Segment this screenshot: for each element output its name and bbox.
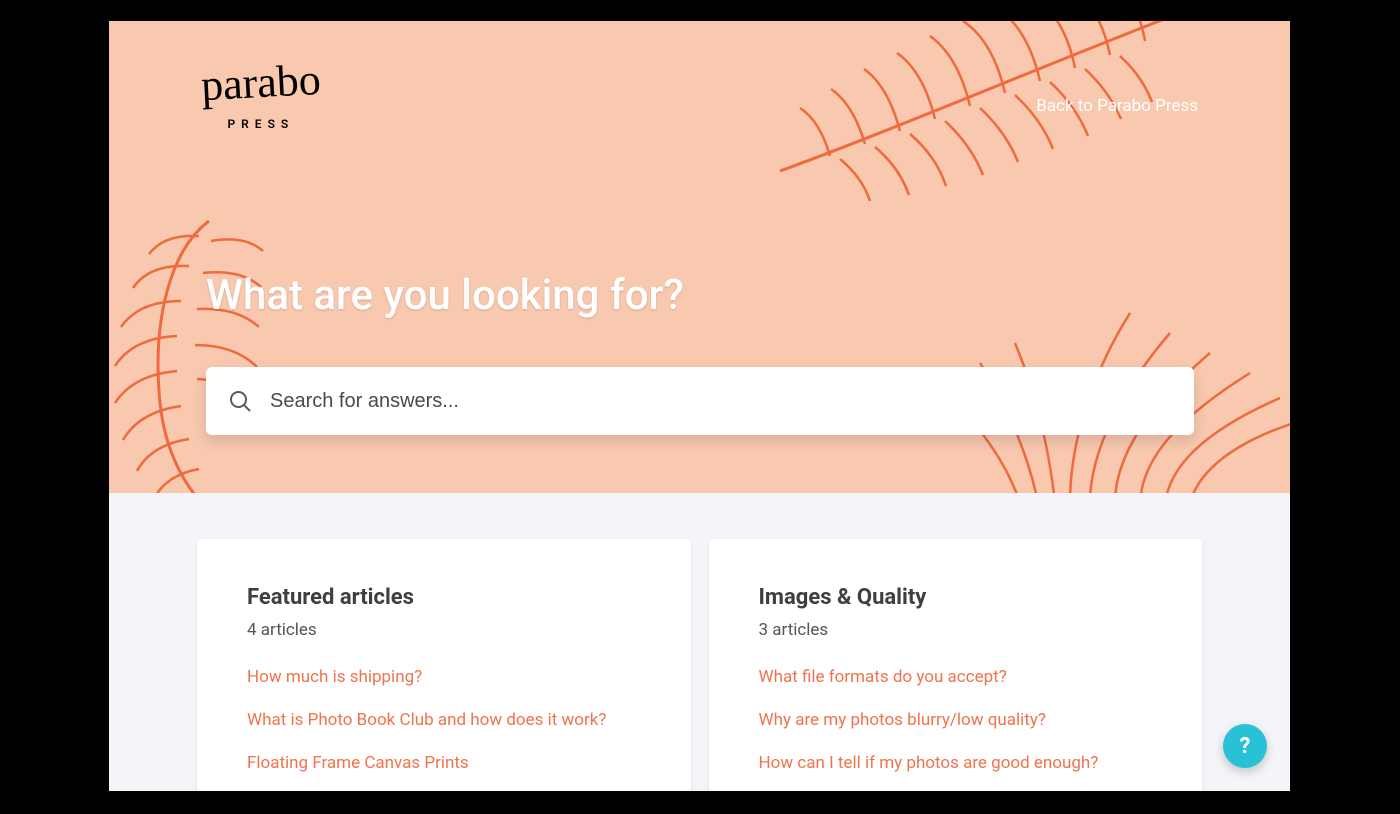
- article-link[interactable]: Floating Frame Canvas Prints: [247, 752, 641, 775]
- search-container[interactable]: [206, 367, 1194, 435]
- article-link[interactable]: Why are my photos blurry/low quality?: [759, 709, 1153, 732]
- card-featured-articles: Featured articles 4 articles How much is…: [197, 539, 691, 791]
- question-mark-icon: ?: [1240, 734, 1251, 759]
- hero-section: parabo PRESS Back to Parabo Press What a…: [109, 21, 1290, 493]
- help-button[interactable]: ?: [1223, 724, 1267, 768]
- brand-name-script: parabo: [200, 58, 322, 108]
- card-title: Images & Quality: [759, 585, 1153, 610]
- search-input[interactable]: [270, 390, 1172, 413]
- search-icon: [228, 389, 252, 413]
- card-article-count: 3 articles: [759, 620, 1153, 640]
- brand-logo[interactable]: parabo PRESS: [201, 61, 321, 131]
- article-link[interactable]: What file formats do you accept?: [759, 666, 1153, 689]
- hero-title: What are you looking for?: [206, 271, 684, 320]
- article-link[interactable]: How much is shipping?: [247, 666, 641, 689]
- article-link[interactable]: How can I tell if my photos are good eno…: [759, 752, 1153, 775]
- category-cards: Featured articles 4 articles How much is…: [197, 539, 1202, 791]
- card-images-quality: Images & Quality 3 articles What file fo…: [709, 539, 1203, 791]
- back-to-site-link[interactable]: Back to Parabo Press: [1036, 96, 1198, 116]
- card-article-count: 4 articles: [247, 620, 641, 640]
- card-title: Featured articles: [247, 585, 641, 610]
- brand-name-sub: PRESS: [227, 117, 294, 131]
- article-link[interactable]: What is Photo Book Club and how does it …: [247, 709, 641, 732]
- app-viewport: parabo PRESS Back to Parabo Press What a…: [109, 21, 1290, 791]
- fern-left-illustration: [109, 211, 319, 493]
